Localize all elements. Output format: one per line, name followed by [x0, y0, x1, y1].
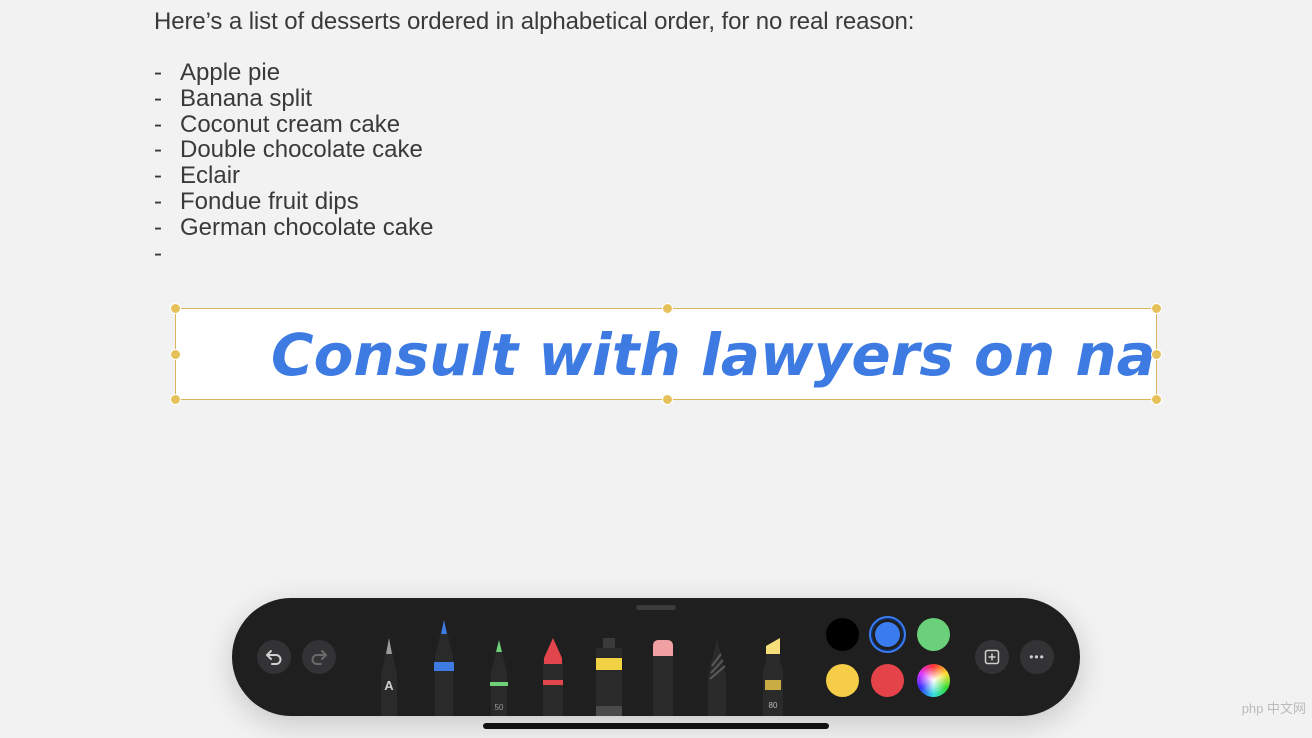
handwriting: Consult with lawyers on names!: [271, 321, 1156, 389]
markup-toolbar: A 50 80 •••: [232, 598, 1080, 716]
home-indicator[interactable]: [483, 723, 829, 729]
dessert-list: - Apple pie - Banana split - Coconut cream …: [154, 60, 433, 266]
list-item[interactable]: - Coconut cream cake: [154, 111, 433, 138]
resize-handle-bottom-left[interactable]: [170, 394, 181, 405]
watermark: php 中文网: [1241, 701, 1306, 716]
list-item[interactable]: - German chocolate cake: [154, 214, 433, 241]
add-button[interactable]: [975, 640, 1009, 674]
color-black[interactable]: [826, 618, 859, 651]
resize-handle-left[interactable]: [170, 349, 181, 360]
list-item[interactable]: - Apple pie: [154, 60, 433, 86]
eraser-tool[interactable]: [652, 638, 674, 716]
color-blue-selected[interactable]: [871, 618, 904, 651]
list-item[interactable]: - Fondue fruit dips: [154, 189, 433, 215]
color-yellow[interactable]: [826, 664, 859, 697]
pen-tool[interactable]: [432, 618, 456, 716]
resize-handle-right[interactable]: [1151, 349, 1162, 360]
resize-handle-top-left[interactable]: [170, 303, 181, 314]
svg-text:80: 80: [769, 701, 778, 710]
list-item[interactable]: - Double chocolate cake: [154, 137, 433, 163]
drawing-canvas[interactable]: Consult with lawyers on names!: [170, 303, 1162, 405]
svg-text:A: A: [384, 678, 394, 693]
undo-icon: [266, 650, 282, 665]
marker-tool[interactable]: 50: [488, 638, 510, 716]
redo-button[interactable]: [302, 640, 336, 674]
ellipsis-icon: •••: [1029, 650, 1045, 664]
resize-handle-top-right[interactable]: [1151, 303, 1162, 314]
resize-handle-top[interactable]: [662, 303, 673, 314]
redo-icon: [311, 650, 327, 665]
color-green[interactable]: [917, 618, 950, 651]
list-item-empty[interactable]: -: [154, 240, 433, 267]
more-button[interactable]: •••: [1020, 640, 1054, 674]
color-picker-wheel[interactable]: [917, 664, 950, 697]
monoline-pen-tool[interactable]: A: [378, 636, 400, 716]
plus-square-icon: [984, 649, 1000, 665]
lasso-tool[interactable]: [706, 636, 728, 716]
svg-text:50: 50: [495, 703, 504, 712]
toolbar-grabber[interactable]: [636, 605, 676, 610]
undo-button[interactable]: [257, 640, 291, 674]
crayon-tool[interactable]: [542, 636, 564, 716]
list-item[interactable]: - Banana split: [154, 85, 433, 112]
resize-handle-bottom[interactable]: [662, 394, 673, 405]
color-red[interactable]: [871, 664, 904, 697]
intro-text: Here’s a list of desserts ordered in alp…: [154, 8, 915, 35]
list-item[interactable]: - Eclair: [154, 163, 433, 189]
resize-handle-bottom-right[interactable]: [1151, 394, 1162, 405]
highlighter-tool[interactable]: 80: [762, 636, 784, 716]
watercolor-tool[interactable]: [594, 636, 624, 716]
handwriting-text: Consult with lawyers on names!: [271, 321, 1156, 389]
